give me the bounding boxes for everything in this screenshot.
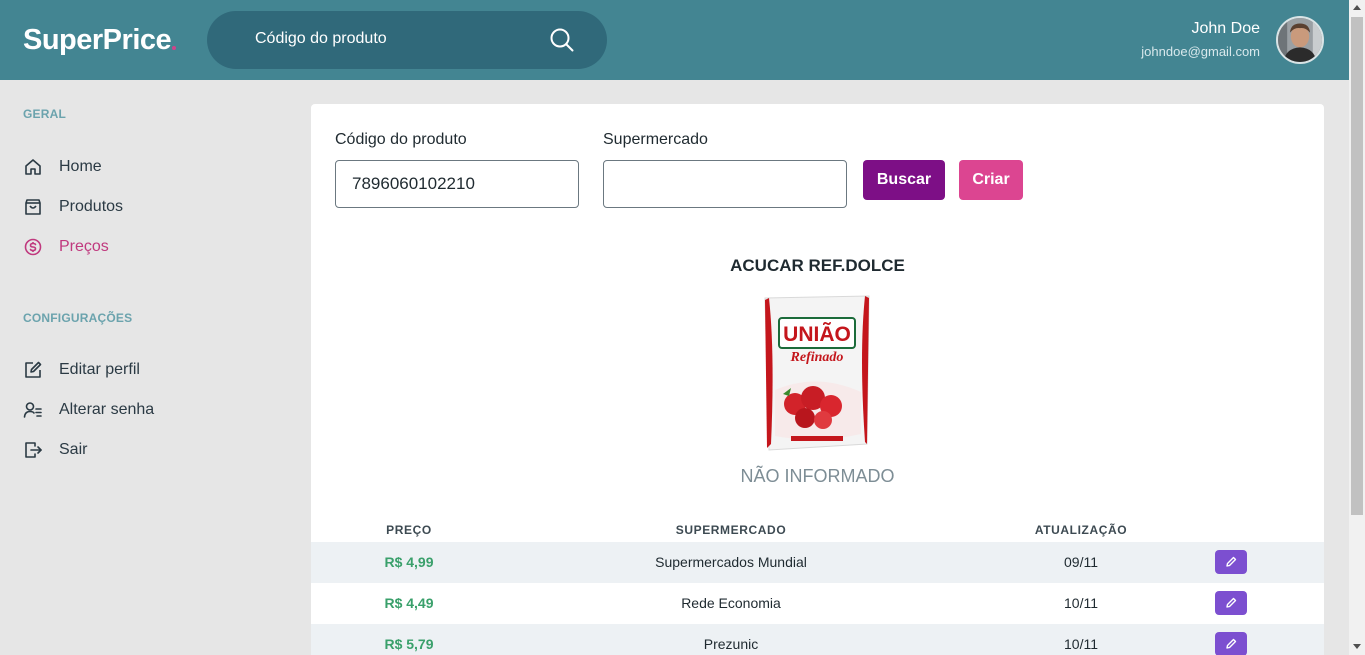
sidebar-item-produtos[interactable]: Produtos <box>23 196 123 218</box>
code-label: Código do produto <box>335 131 467 148</box>
column-header-date: ATUALIZAÇÃO <box>1034 523 1128 537</box>
sidebar-item-sair[interactable]: Sair <box>23 439 87 461</box>
page-scrollbar[interactable] <box>1349 0 1365 655</box>
sidebar-item-label: Alterar senha <box>59 401 155 418</box>
scroll-down-icon[interactable] <box>1353 644 1361 649</box>
pencil-icon <box>1226 638 1237 649</box>
dollar-circle-icon <box>24 238 42 256</box>
product-image: UNIÃO Refinado <box>764 295 870 451</box>
product-status: NÃO INFORMADO <box>740 466 895 486</box>
top-header: SuperPrice John Doe johndoe@gmail.com <box>0 0 1349 80</box>
price-cell: R$ 4,49 <box>384 595 434 611</box>
sidebar-item-label: Sair <box>59 441 88 458</box>
edit-row-button[interactable] <box>1215 632 1247 655</box>
avatar[interactable] <box>1276 16 1324 64</box>
sidebar-item-precos[interactable]: Preços <box>23 236 109 258</box>
search-button[interactable]: Buscar <box>863 160 945 200</box>
user-email: johndoe@gmail.com <box>1141 44 1260 59</box>
sidebar-item-home[interactable]: Home <box>23 156 102 178</box>
user-list-icon <box>23 402 42 418</box>
bag-icon <box>25 199 41 215</box>
logo-dot <box>172 46 176 50</box>
table-row: R$ 5,79 Prezunic 10/11 <box>311 624 1324 655</box>
main-panel: Código do produto Supermercado Buscar Cr… <box>311 104 1324 655</box>
sidebar-item-label: Produtos <box>59 198 124 215</box>
date-cell: 10/11 <box>1064 636 1098 652</box>
product-name: ACUCAR REF.DOLCE <box>730 256 905 275</box>
search-input[interactable] <box>255 30 535 48</box>
code-field[interactable] <box>335 160 579 208</box>
edit-row-button[interactable] <box>1215 591 1247 615</box>
sidebar-item-alterar-senha[interactable]: Alterar senha <box>23 399 154 421</box>
scroll-thumb[interactable] <box>1351 17 1363 515</box>
home-icon <box>25 159 41 175</box>
user-name: John Doe <box>1191 20 1261 37</box>
column-header-market: SUPERMERCADO <box>675 523 787 537</box>
edit-row-button[interactable] <box>1215 550 1247 574</box>
table-row: R$ 4,99 Supermercados Mundial 09/11 <box>311 542 1324 583</box>
logout-icon <box>25 442 42 458</box>
edit-icon <box>25 361 42 378</box>
market-cell: Supermercados Mundial <box>655 554 807 570</box>
sidebar-section-general: GERAL <box>23 107 66 121</box>
date-cell: 09/11 <box>1064 554 1098 570</box>
sidebar-item-label: Home <box>59 158 102 175</box>
column-header-price: PREÇO <box>386 523 432 537</box>
price-cell: R$ 4,99 <box>384 554 434 570</box>
market-label: Supermercado <box>603 131 708 148</box>
sidebar-item-label: Preços <box>59 238 109 255</box>
pencil-icon <box>1226 597 1237 608</box>
product-brand-text: UNIÃO <box>783 323 851 346</box>
market-cell: Prezunic <box>703 636 759 652</box>
pencil-icon <box>1226 556 1237 567</box>
sidebar-item-editar-perfil[interactable]: Editar perfil <box>23 359 140 381</box>
sidebar-section-config: CONFIGURAÇÕES <box>23 311 133 325</box>
search-icon[interactable] <box>549 27 575 53</box>
create-button[interactable]: Criar <box>959 160 1023 200</box>
date-cell: 10/11 <box>1064 595 1098 611</box>
table-row: R$ 4,49 Rede Economia 10/11 <box>311 583 1324 624</box>
market-field[interactable] <box>603 160 847 208</box>
search-bar <box>207 11 607 69</box>
sidebar-item-label: Editar perfil <box>59 361 140 378</box>
product-variant-text: Refinado <box>790 350 844 365</box>
scroll-up-icon[interactable] <box>1353 5 1361 10</box>
price-cell: R$ 5,79 <box>384 636 434 652</box>
market-cell: Rede Economia <box>681 595 781 611</box>
app-logo[interactable]: SuperPrice <box>23 24 172 57</box>
